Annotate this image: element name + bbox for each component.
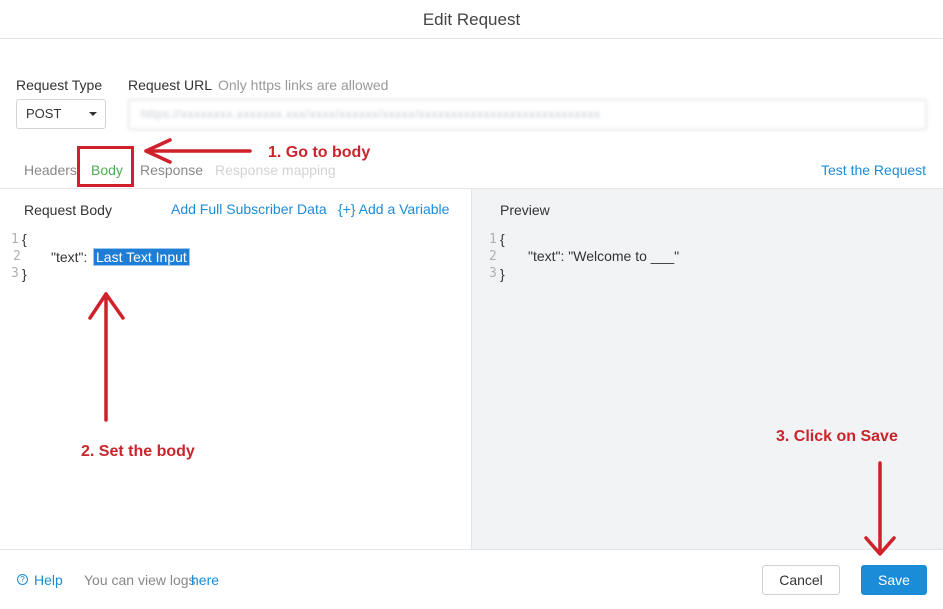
logs-link[interactable]: here xyxy=(191,572,219,588)
request-type-select[interactable]: POST xyxy=(16,99,106,129)
line-number: 3 xyxy=(489,266,497,281)
question-circle-icon[interactable]: ? xyxy=(17,574,28,585)
annotation-step-3: 3. Click on Save xyxy=(776,428,898,445)
line-number: 1 xyxy=(489,232,497,247)
request-type-label: Request Type xyxy=(16,77,103,93)
annotation-step-1: 1. Go to body xyxy=(268,144,371,161)
preview-close-brace: } xyxy=(500,266,505,282)
code-key: "text": xyxy=(51,249,88,265)
preview-open-brace: { xyxy=(500,231,505,247)
arrow-up-icon xyxy=(88,292,125,422)
line-number: 2 xyxy=(489,249,497,264)
request-url-hint: Only https links are allowed xyxy=(218,77,389,93)
arrow-left-icon xyxy=(144,138,252,164)
line-number: 1 xyxy=(11,232,19,247)
code-open-brace: { xyxy=(22,231,27,247)
add-full-subscriber-data-link[interactable]: Add Full Subscriber Data xyxy=(171,201,327,217)
line-number: 2 xyxy=(13,249,21,264)
logs-text: You can view logs xyxy=(84,572,196,588)
annotation-step-2: 2. Set the body xyxy=(81,443,195,460)
cancel-button[interactable]: Cancel xyxy=(762,565,840,595)
caret-down-icon xyxy=(89,112,97,116)
preview-panel xyxy=(471,189,943,549)
request-url-label: Request URL xyxy=(128,77,213,93)
line-number: 3 xyxy=(11,266,19,281)
request-type-value: POST xyxy=(26,106,62,121)
request-url-input[interactable]: https://xxxxxxxx.xxxxxxx.xxx/xxxx/xxxxxx… xyxy=(128,99,927,130)
preview-label: Preview xyxy=(500,202,550,218)
tab-headers[interactable]: Headers xyxy=(24,162,77,178)
code-close-brace: } xyxy=(22,266,27,282)
tab-response-mapping[interactable]: Response mapping xyxy=(215,162,336,178)
body-tab-highlight xyxy=(77,146,134,187)
add-variable-link[interactable]: {+} Add a Variable xyxy=(338,201,449,217)
test-request-link[interactable]: Test the Request xyxy=(821,162,926,178)
variable-token[interactable]: Last Text Input xyxy=(93,248,190,266)
help-link[interactable]: Help xyxy=(34,572,63,588)
dialog-title: Edit Request xyxy=(0,0,943,39)
request-body-label: Request Body xyxy=(24,202,112,218)
tab-response[interactable]: Response xyxy=(140,162,203,178)
save-button[interactable]: Save xyxy=(861,565,927,595)
preview-text-line: "text": "Welcome to ___" xyxy=(528,248,680,264)
